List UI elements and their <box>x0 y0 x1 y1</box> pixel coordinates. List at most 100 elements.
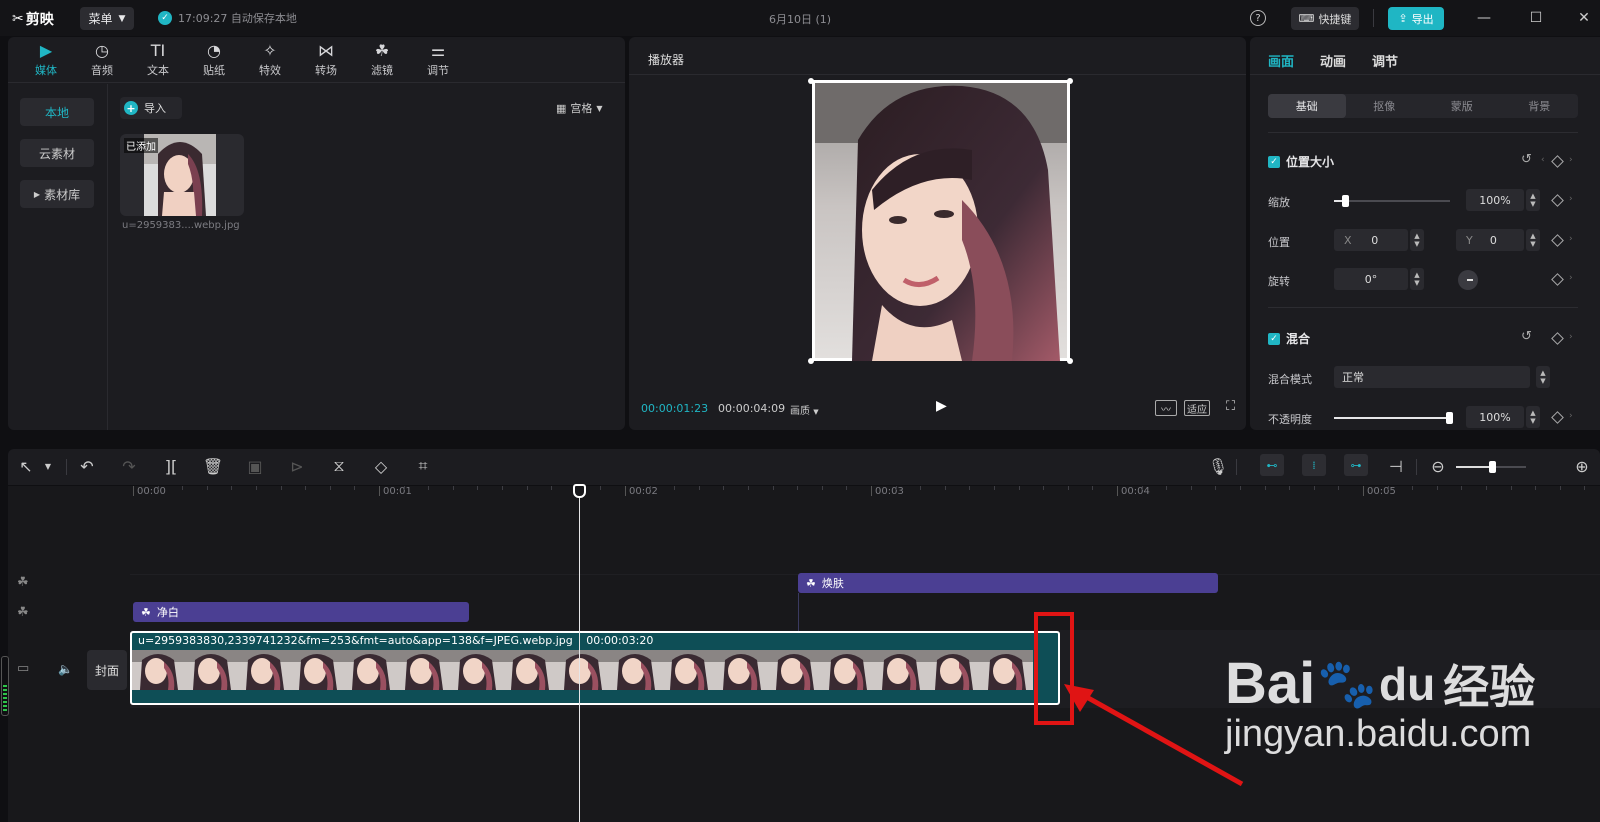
checkbox-checked-icon[interactable]: ✓ <box>1268 155 1280 168</box>
next-keyframe-icon[interactable]: › <box>1569 194 1573 204</box>
ruler-minor-tick <box>772 486 774 490</box>
split-icon[interactable]: ][ <box>161 456 181 476</box>
subtab-mask[interactable]: 蒙版 <box>1423 94 1501 118</box>
subtab-cutout[interactable]: 抠像 <box>1346 94 1424 118</box>
linkage-icon[interactable]: ⊶ <box>1344 454 1368 476</box>
next-keyframe-icon[interactable]: › <box>1569 332 1573 342</box>
menu-button[interactable]: 菜单 ▼ <box>80 7 134 30</box>
tab-filter[interactable]: ☘ 滤镜 <box>354 37 410 82</box>
tab-picture[interactable]: 画面 <box>1268 51 1294 70</box>
quality-dropdown[interactable]: 画质 ▼ <box>790 402 819 417</box>
checkbox-checked-icon[interactable]: ✓ <box>1268 332 1280 345</box>
next-keyframe-icon[interactable]: › <box>1569 411 1573 421</box>
sidebar-item-local[interactable]: 本地 <box>20 98 94 126</box>
check-icon: ✓ <box>158 11 172 25</box>
blend-section[interactable]: ✓ 混合 <box>1268 330 1310 347</box>
reset-icon[interactable]: ↺ <box>1521 329 1532 344</box>
zoom-slider[interactable] <box>1456 461 1526 473</box>
media-thumbnail[interactable]: 已添加 <box>120 134 244 216</box>
media-tab-bar: ▶ 媒体 ◷ 音频 TI 文本 ◔ 贴纸 ✧ 特效 ⋈ 转场 ☘ 滤镜 ⚌ 调节 <box>8 37 625 83</box>
shortcut-button[interactable]: ⌨ 快捷键 <box>1291 7 1359 30</box>
next-keyframe-icon[interactable]: › <box>1569 155 1573 165</box>
tab-adjust[interactable]: ⚌ 调节 <box>410 37 466 82</box>
opacity-slider[interactable] <box>1334 412 1453 424</box>
fit-button[interactable]: 适应 <box>1184 400 1210 416</box>
blend-mode-stepper[interactable]: ▲ ▼ <box>1536 366 1550 388</box>
zoom-in-icon[interactable]: ⊕ <box>1572 456 1592 476</box>
reset-icon[interactable]: ↺ <box>1521 152 1532 167</box>
mirror-icon[interactable]: ⧖ <box>329 456 349 476</box>
tab-animation[interactable]: 动画 <box>1320 51 1346 70</box>
resize-handle[interactable] <box>808 358 814 364</box>
fx-clip-label: 净白 <box>156 606 179 619</box>
preview-axis-icon[interactable]: ⊣ <box>1386 456 1406 476</box>
play-icon[interactable]: ▶ <box>936 398 950 414</box>
blend-mode-select[interactable]: 正常 <box>1334 366 1530 388</box>
microphone-icon[interactable]: 🎙 <box>1208 456 1228 476</box>
rotate-stepper[interactable]: ▲ ▼ <box>1410 268 1424 290</box>
tab-effects[interactable]: ✧ 特效 <box>242 37 298 82</box>
resize-handle[interactable] <box>808 78 814 84</box>
rotate-label: 旋转 <box>1268 275 1290 288</box>
fx-clip-skin[interactable]: ☘ 焕肤 <box>798 573 1218 593</box>
tab-audio[interactable]: ◷ 音频 <box>74 37 130 82</box>
timeline-ruler[interactable]: 00:00 00:01 00:02 00:03 00:04 00:05 <box>0 486 1600 502</box>
close-icon[interactable]: ✕ <box>1574 8 1594 28</box>
rotation-dial-icon[interactable] <box>1458 270 1478 290</box>
main-track-magnet-icon[interactable]: ⊷ <box>1260 454 1284 476</box>
rotate-input[interactable]: 0° <box>1334 268 1408 290</box>
export-button[interactable]: ⇪ 导出 <box>1388 7 1444 30</box>
help-icon[interactable]: ? <box>1250 10 1266 26</box>
tab-transition[interactable]: ⋈ 转场 <box>298 37 354 82</box>
subtab-basic[interactable]: 基础 <box>1268 94 1346 118</box>
delete-icon[interactable]: 🗑 <box>203 456 223 476</box>
next-keyframe-icon[interactable]: › <box>1569 273 1573 283</box>
tab-text[interactable]: TI 文本 <box>130 37 186 82</box>
video-preview[interactable] <box>812 80 1070 361</box>
view-toggle[interactable]: ▦ 宫格 ▼ <box>556 100 603 116</box>
position-y-input[interactable]: Y 0 <box>1456 229 1524 251</box>
resize-handle[interactable] <box>1067 358 1073 364</box>
crop-icon[interactable]: ⌗ <box>413 456 433 476</box>
import-button[interactable]: + 导入 <box>120 97 182 119</box>
minimize-icon[interactable]: — <box>1474 8 1494 28</box>
fullscreen-icon[interactable]: ⛶ <box>1226 399 1235 414</box>
ruler-minor-tick <box>944 486 946 490</box>
current-time: 00:00:01:23 <box>641 402 709 415</box>
position-y-stepper[interactable]: ▲ ▼ <box>1526 229 1540 251</box>
undo-icon[interactable]: ↶ <box>77 456 97 476</box>
zoom-out-icon[interactable]: ⊖ <box>1428 456 1448 476</box>
waveform-icon[interactable]: 〰 <box>1155 400 1177 416</box>
next-keyframe-icon[interactable]: › <box>1569 234 1573 244</box>
scale-input[interactable]: 100% <box>1466 189 1524 211</box>
chevron-down-icon[interactable]: ▼ <box>38 456 58 476</box>
playhead-handle[interactable] <box>573 484 586 498</box>
select-tool-icon[interactable]: ↖ <box>16 456 36 476</box>
scale-slider[interactable] <box>1334 195 1450 207</box>
zoom-slider-knob[interactable] <box>1489 461 1496 473</box>
tab-sticker[interactable]: ◔ 贴纸 <box>186 37 242 82</box>
sidebar-item-library[interactable]: ▶ 素材库 <box>20 180 94 208</box>
prev-keyframe-icon[interactable]: ‹ <box>1541 155 1545 165</box>
tab-media[interactable]: ▶ 媒体 <box>18 37 74 82</box>
scale-stepper[interactable]: ▲ ▼ <box>1526 189 1540 211</box>
position-size-section[interactable]: ✓ 位置大小 <box>1268 153 1334 170</box>
opacity-stepper[interactable]: ▲ ▼ <box>1526 406 1540 428</box>
maximize-icon[interactable]: ☐ <box>1526 8 1546 28</box>
sidebar-item-cloud[interactable]: 云素材 <box>20 139 94 167</box>
opacity-input[interactable]: 100% <box>1466 406 1524 428</box>
subtab-background[interactable]: 背景 <box>1501 94 1579 118</box>
resize-handle[interactable] <box>1067 78 1073 84</box>
scale-slider-knob[interactable] <box>1341 195 1349 207</box>
ruler-minor-tick <box>1043 486 1045 490</box>
opacity-slider-knob[interactable] <box>1446 412 1453 424</box>
tab-adjust[interactable]: 调节 <box>1372 51 1398 70</box>
position-x-input[interactable]: X 0 <box>1334 229 1408 251</box>
position-x-stepper[interactable]: ▲ ▼ <box>1410 229 1424 251</box>
mute-audio-icon[interactable]: 🔈 <box>58 662 73 676</box>
cover-button[interactable]: 封面 <box>87 650 127 690</box>
auto-snap-icon[interactable]: ⁞ <box>1302 454 1326 476</box>
main-video-clip[interactable]: u=2959383830,2339741232&fm=253&fmt=auto&… <box>130 631 1060 705</box>
fx-clip-whiten[interactable]: ☘ 净白 <box>133 602 469 622</box>
rotate-icon[interactable]: ◇ <box>371 456 391 476</box>
